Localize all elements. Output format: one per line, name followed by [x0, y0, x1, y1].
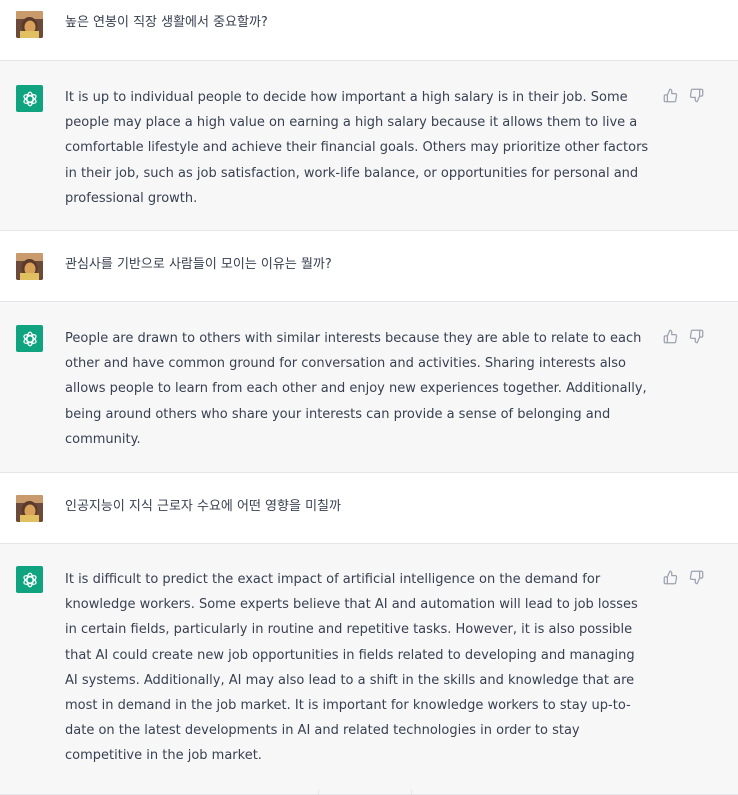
message-line: It is difficult to predict the exact imp… — [65, 572, 601, 587]
assistant-avatar — [16, 325, 43, 352]
thumbs-down-icon[interactable] — [689, 88, 704, 103]
user-avatar-image — [16, 495, 43, 522]
message-line: professional growth. — [65, 190, 198, 206]
message-line: community. — [65, 431, 141, 447]
feedback-actions — [663, 88, 704, 103]
message-line: 관심사를 기반으로 사람들이 모이는 이유는 뭘까? — [65, 257, 332, 272]
message-line: most in demand in the job market. It is … — [65, 697, 631, 713]
openai-logo-icon — [22, 91, 37, 106]
message-line: other and have common ground for convers… — [65, 356, 627, 372]
assistant-avatar — [16, 85, 43, 112]
conversation-thread: 높은 연봉이 직장 생활에서 중요할까? It is up to individ… — [0, 0, 738, 795]
assistant-message-row: It is up to individual people to decide … — [0, 61, 738, 231]
openai-logo-icon — [22, 331, 37, 346]
message-line: It is up to individual people to decide … — [65, 90, 628, 105]
user-avatar — [16, 11, 43, 38]
message-line: being around others who share your inter… — [65, 406, 611, 422]
message-line: 인공지능이 지식 근로자 수요에 어떤 영향을 미칠까 — [65, 499, 341, 514]
user-message-text: 높은 연봉이 직장 생활에서 중요할까? — [65, 10, 268, 35]
user-avatar-image — [16, 253, 43, 280]
assistant-message-row: It is difficult to predict the exact imp… — [0, 544, 738, 795]
user-avatar — [16, 253, 43, 280]
user-message-text: 인공지능이 지식 근로자 수요에 어떤 영향을 미칠까 — [65, 494, 341, 519]
message-line: allows people to learn from each other a… — [65, 381, 647, 397]
assistant-message-text: It is up to individual people to decide … — [65, 85, 648, 211]
thumbs-up-icon[interactable] — [663, 88, 678, 103]
assistant-message-text: People are drawn to others with similar … — [65, 326, 647, 452]
assistant-avatar — [16, 566, 43, 593]
user-message-row: 관심사를 기반으로 사람들이 모이는 이유는 뭘까? — [0, 231, 738, 302]
message-line: that AI could create new job opportuniti… — [65, 647, 635, 663]
message-line: comfortable lifestyle and achieve their … — [65, 140, 649, 156]
thumbs-up-icon[interactable] — [663, 329, 678, 344]
message-line: date on the latest developments in AI an… — [65, 723, 580, 739]
feedback-actions — [663, 329, 704, 344]
thumbs-up-icon[interactable] — [663, 570, 678, 585]
user-avatar-image — [16, 11, 43, 38]
user-message-text: 관심사를 기반으로 사람들이 모이는 이유는 뭘까? — [65, 252, 332, 277]
feedback-actions — [663, 570, 704, 585]
message-line: in certain fields, particularly in routi… — [65, 622, 633, 638]
thumbs-down-icon[interactable] — [689, 329, 704, 344]
assistant-message-row: People are drawn to others with similar … — [0, 302, 738, 473]
openai-logo-icon — [22, 572, 37, 587]
user-avatar — [16, 495, 43, 522]
message-line: knowledge workers. Some experts believe … — [65, 597, 638, 613]
composer-edge — [318, 790, 412, 795]
assistant-message-text: It is difficult to predict the exact imp… — [65, 567, 638, 769]
user-message-row: 인공지능이 지식 근로자 수요에 어떤 영향을 미칠까 — [0, 473, 738, 544]
message-line: AI systems. Additionally, AI may also le… — [65, 672, 635, 688]
message-line: in their job, such as job satisfaction, … — [65, 165, 639, 181]
message-line: competitive in the job market. — [65, 748, 262, 764]
message-line: people may place a high value on earning… — [65, 115, 638, 131]
message-line: People are drawn to others with similar … — [65, 331, 642, 346]
thumbs-down-icon[interactable] — [689, 570, 704, 585]
user-message-row: 높은 연봉이 직장 생활에서 중요할까? — [0, 0, 738, 61]
message-line: 높은 연봉이 직장 생활에서 중요할까? — [65, 15, 268, 30]
